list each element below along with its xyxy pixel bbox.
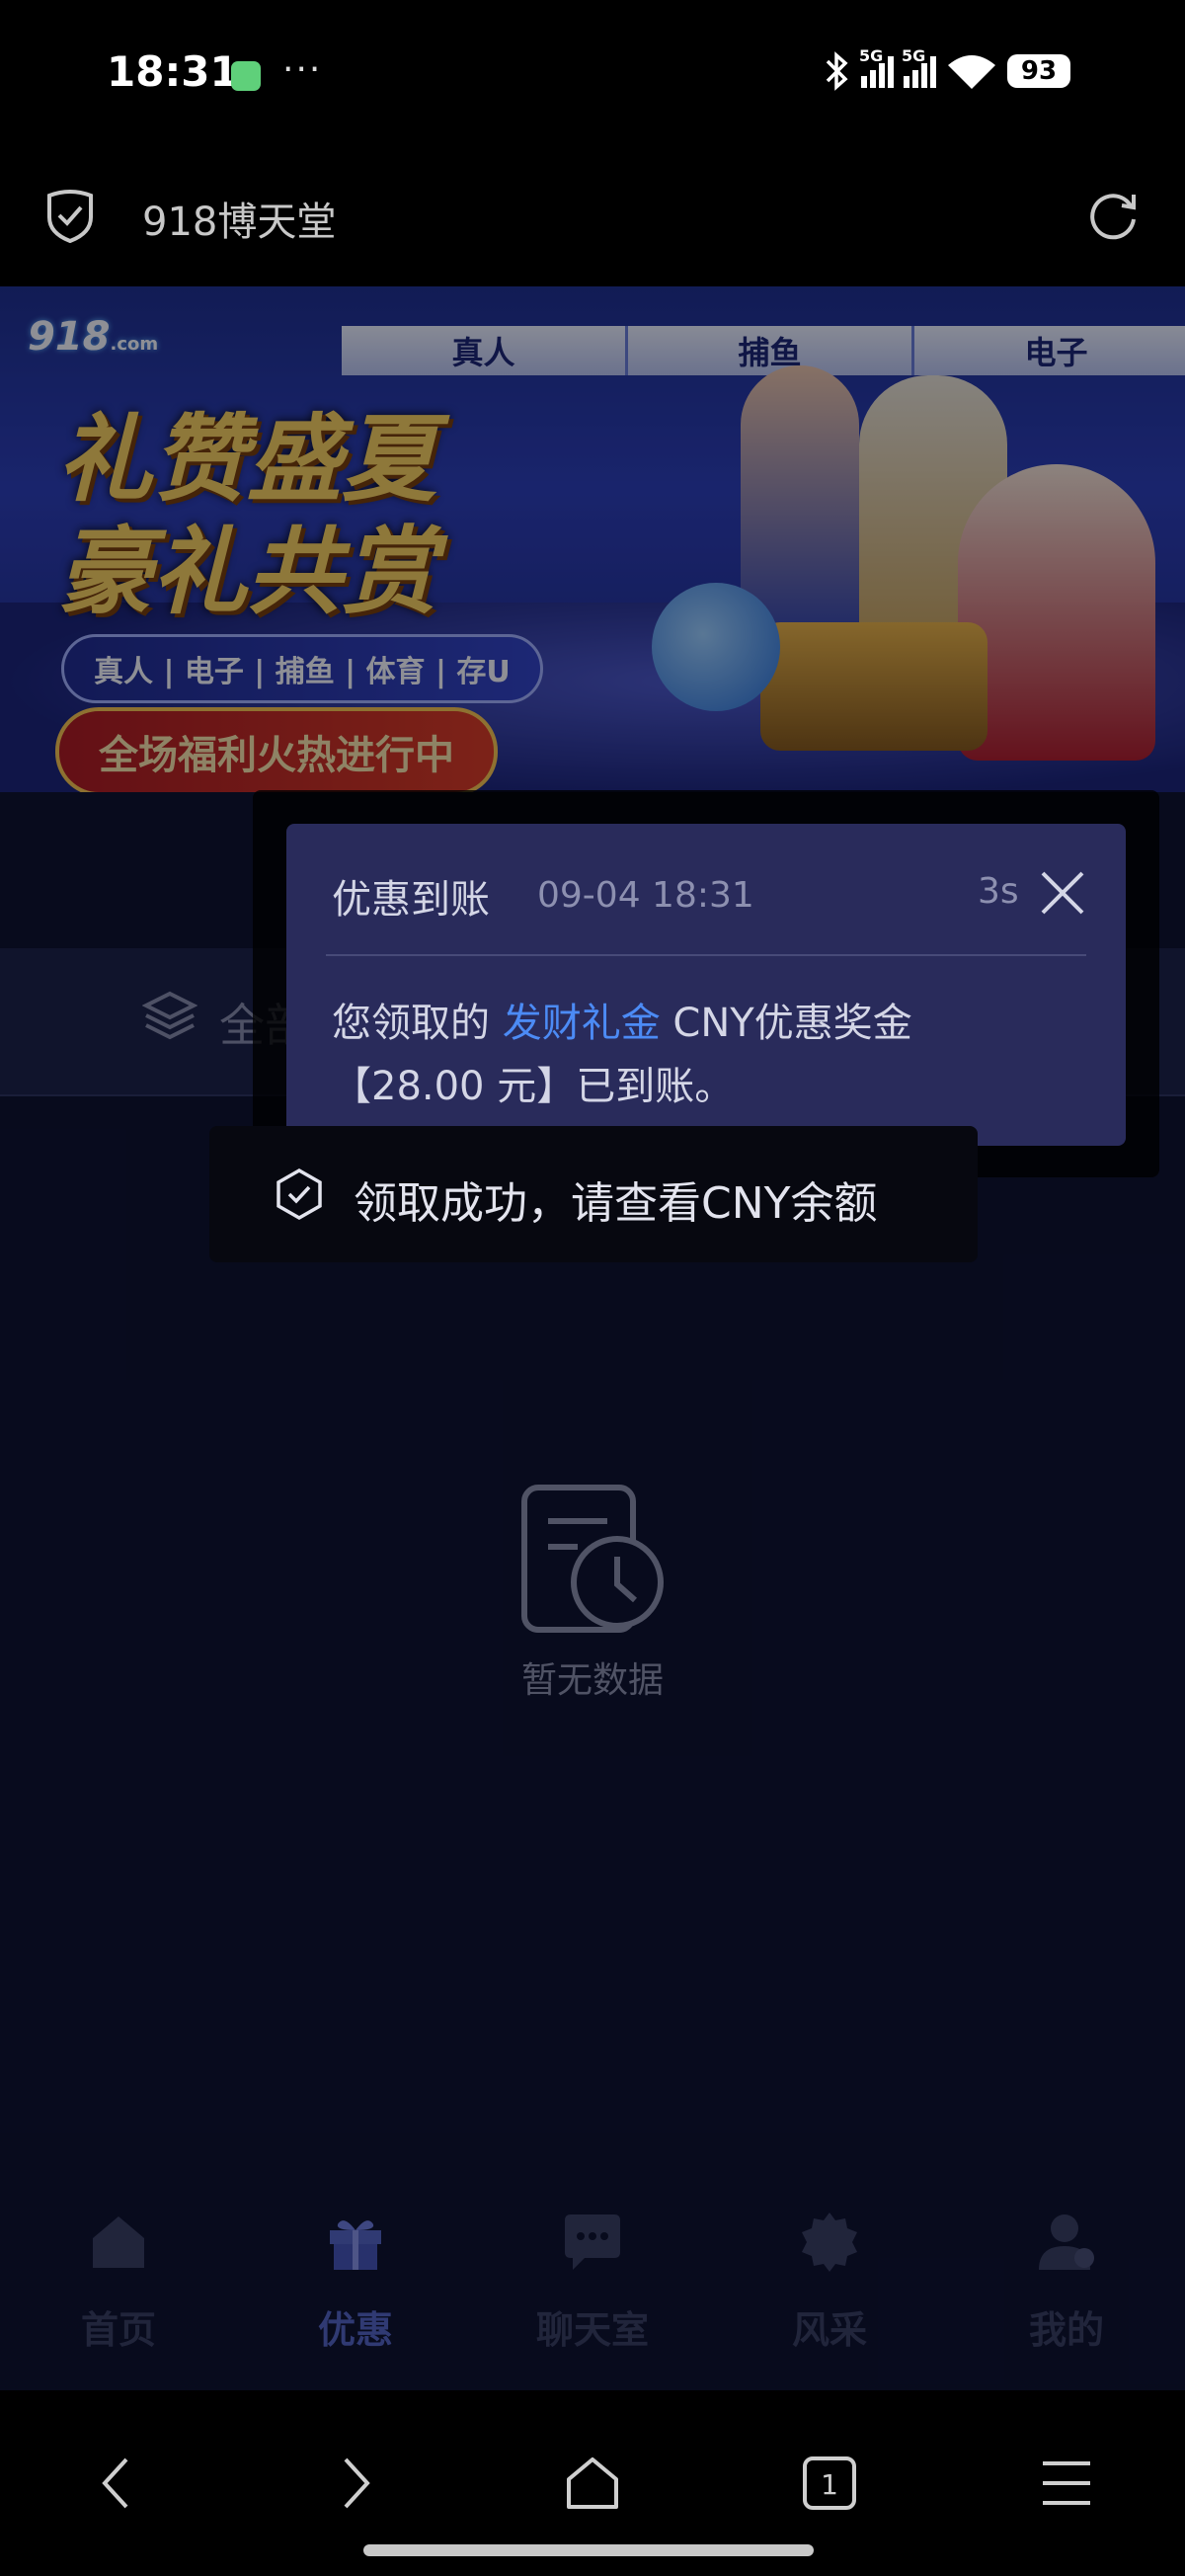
- close-icon[interactable]: [1037, 867, 1088, 919]
- notification-body: 您领取的 发财礼金 CNY优惠奖金 【28.00 元】已到账。: [332, 1001, 912, 1109]
- notification-time: 09-04 18:31: [537, 875, 754, 916]
- forward-icon[interactable]: [334, 2454, 377, 2513]
- home-indicator[interactable]: [363, 2544, 814, 2556]
- signal-icon: 5G: [859, 46, 894, 88]
- reload-icon[interactable]: [1084, 186, 1142, 243]
- status-time: 18:31: [107, 47, 239, 96]
- back-icon[interactable]: [95, 2454, 138, 2513]
- home-nav-icon[interactable]: [563, 2454, 622, 2513]
- notification-title: 优惠到账: [332, 877, 490, 923]
- tabs-icon[interactable]: 1: [800, 2454, 859, 2513]
- more-notifications-icon: ···: [282, 49, 323, 90]
- status-bar: 18:31 ··· 5G 5G 93: [0, 0, 1185, 148]
- battery-icon: 93: [1007, 54, 1070, 88]
- divider: [326, 954, 1086, 956]
- bluetooth-icon: [826, 51, 848, 91]
- app-notification-icon: [231, 61, 261, 91]
- shield-check-icon[interactable]: [43, 188, 97, 243]
- page-title: 918博天堂: [142, 200, 337, 245]
- wifi-icon: [948, 55, 995, 89]
- menu-icon[interactable]: [1037, 2454, 1096, 2513]
- bonus-name-link[interactable]: 发财礼金: [503, 1001, 661, 1046]
- status-indicators: 5G 5G 93: [822, 46, 1070, 91]
- notification-countdown: 3s: [978, 871, 1019, 912]
- modal-backdrop[interactable]: [0, 286, 1185, 2390]
- signal-icon: 5G: [902, 46, 936, 88]
- toast-message: 领取成功，请查看CNY余额: [354, 1178, 878, 1229]
- check-hexagon-icon: [276, 1167, 322, 1221]
- promo-credited-notification: 优惠到账 09-04 18:31 3s 您领取的 发财礼金 CNY优惠奖金 【2…: [286, 824, 1126, 1146]
- tab-count: 1: [821, 2468, 838, 2501]
- success-toast: 领取成功，请查看CNY余额: [209, 1126, 978, 1262]
